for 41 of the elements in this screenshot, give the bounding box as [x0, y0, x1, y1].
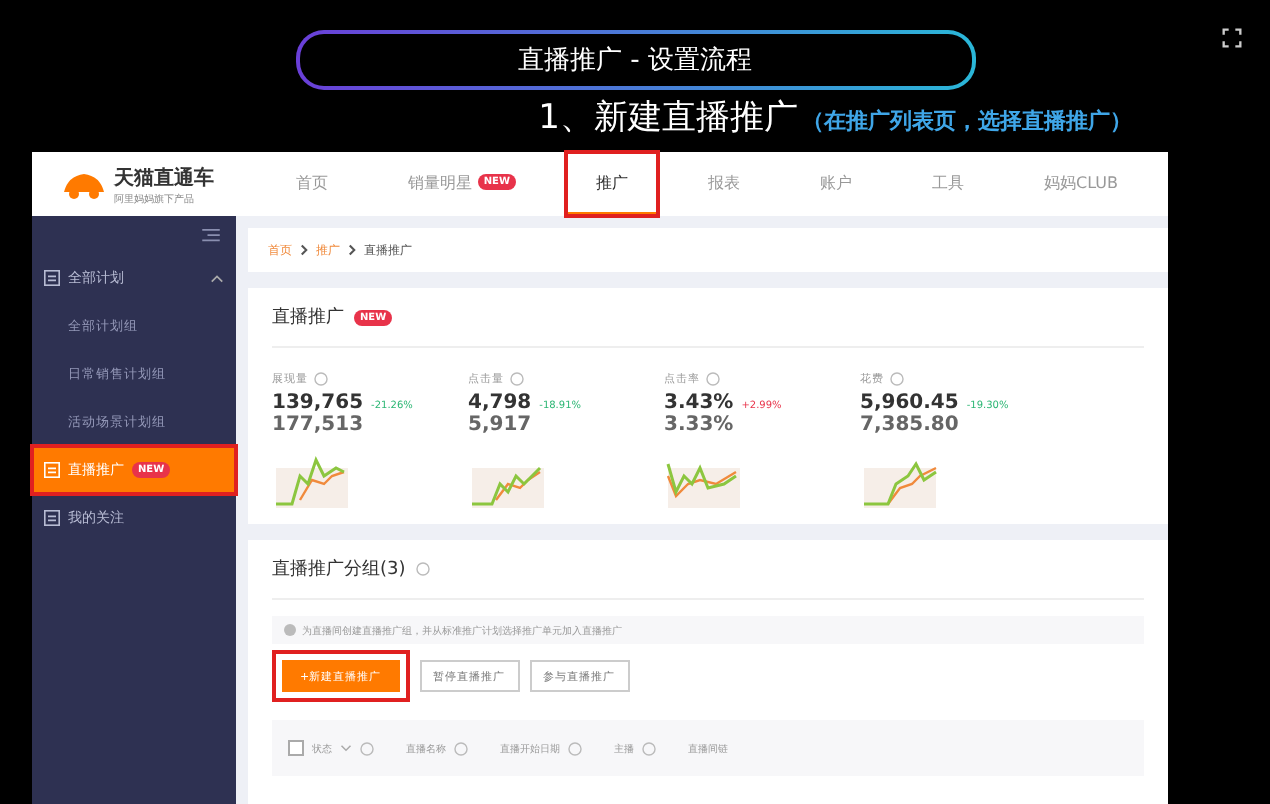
step-note: （在推广列表页，选择直播推广）	[801, 106, 1132, 136]
chevron-right-icon	[348, 244, 356, 256]
nav-tab[interactable]: 报表	[678, 152, 770, 216]
help-icon[interactable]	[510, 372, 524, 386]
metric-previous-value: 3.33%	[664, 414, 736, 436]
chevron-right-icon	[300, 244, 308, 256]
nav-tab[interactable]: 工具	[902, 152, 994, 216]
car-logo-icon	[60, 168, 108, 200]
document-icon	[44, 462, 60, 478]
section-title: 直播推广分组(3)	[272, 557, 406, 582]
help-icon[interactable]	[642, 741, 656, 755]
fullscreen-icon[interactable]	[1222, 28, 1242, 48]
document-icon	[44, 510, 60, 526]
chevron-icon[interactable]	[210, 273, 224, 283]
select-all-checkbox[interactable]	[288, 740, 304, 756]
help-icon[interactable]	[890, 372, 904, 386]
nav-tab[interactable]: 账户	[790, 152, 882, 216]
metric-value: 5,960.45	[860, 392, 959, 414]
help-icon[interactable]	[454, 741, 468, 755]
metric-value: 139,765	[272, 392, 364, 414]
help-icon[interactable]	[314, 372, 328, 386]
collapse-menu-icon[interactable]	[202, 228, 220, 242]
info-icon	[284, 624, 296, 636]
help-icon[interactable]	[706, 372, 720, 386]
metric-value: 4,798	[468, 392, 532, 414]
help-icon[interactable]	[568, 741, 582, 755]
metric-value: 3.43%	[664, 392, 734, 414]
document-icon	[44, 270, 60, 286]
metric-previous-value: 177,513	[272, 414, 366, 436]
metric-previous-value: 7,385.80	[860, 414, 961, 436]
step-heading: 1、新建直播推广	[538, 96, 798, 140]
help-icon[interactable]	[415, 562, 430, 576]
nav-tab[interactable]: 妈妈CLUB	[1014, 152, 1148, 216]
help-icon[interactable]	[360, 741, 374, 755]
nav-tab[interactable]: 首页	[265, 152, 358, 216]
metric-previous-value: 5,917	[468, 414, 534, 436]
section-title: 直播推广	[272, 305, 344, 330]
logo-name: 天猫直通车	[114, 164, 214, 191]
dropdown-caret-icon[interactable]	[340, 744, 352, 752]
slide-title: 直播推广 - 设置流程	[295, 30, 975, 90]
nav-tab[interactable]: 推广	[566, 152, 658, 216]
